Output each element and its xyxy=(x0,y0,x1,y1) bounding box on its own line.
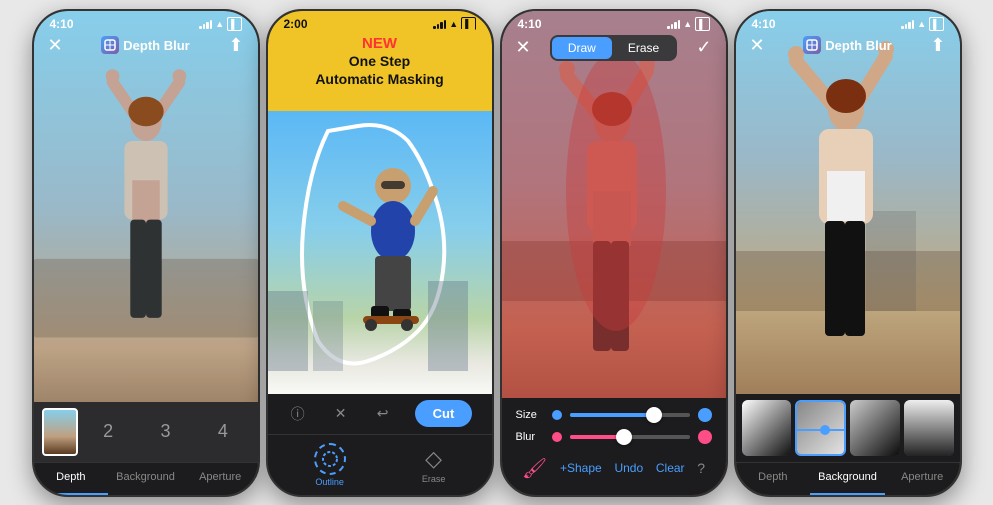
outline-icon xyxy=(314,443,346,475)
share-button-1[interactable]: ⬆ xyxy=(228,35,243,56)
wifi-icon-4: ▲ xyxy=(917,19,926,29)
thumbnails-row-1: 2 3 4 xyxy=(34,402,258,462)
undo-button-3[interactable]: Undo xyxy=(614,461,643,475)
help-button[interactable]: ? xyxy=(697,460,705,476)
size-thumb[interactable] xyxy=(646,407,662,423)
status-bar-3: 4:10 ▲ ▌ xyxy=(502,11,726,33)
bottom-panel-1: 2 3 4 Depth Background Aperture xyxy=(34,402,258,495)
wifi-icon-3: ▲ xyxy=(683,19,692,29)
erase-label: Erase xyxy=(422,474,446,484)
phone-4: 4:10 ▲ ▌ ✕ xyxy=(734,9,962,497)
tab-aperture-4[interactable]: Aperture xyxy=(885,463,960,495)
app-logo-4 xyxy=(803,36,821,54)
size-track[interactable] xyxy=(570,413,690,417)
skater-bg xyxy=(268,111,492,407)
signal-icon-3 xyxy=(667,19,680,29)
masking-text: One StepAutomatic Masking xyxy=(286,52,474,88)
blur-track[interactable] xyxy=(570,435,690,439)
blur-dot-large xyxy=(698,430,712,444)
phone3-bottom: Size Blur xyxy=(502,398,726,495)
size-label: Size xyxy=(516,409,544,421)
brush-icon[interactable]: 🖌 xyxy=(522,456,547,481)
tab-background-1[interactable]: Background xyxy=(108,463,183,495)
wifi-icon-2: ▲ xyxy=(449,19,458,29)
x-button-2[interactable]: ✕ xyxy=(331,401,351,426)
erase-tool[interactable]: ◇ Erase xyxy=(422,446,446,484)
phone-3: 4:10 ▲ ▌ ✕ Draw Erase xyxy=(500,9,728,497)
battery-icon-3: ▌ xyxy=(695,17,709,31)
status-icons-1: ▲ ▌ xyxy=(199,17,241,31)
depth-thumb-2[interactable] xyxy=(795,400,845,456)
draw-button[interactable]: Draw xyxy=(552,37,612,59)
tab-background-4[interactable]: Background xyxy=(810,463,885,495)
new-tag: NEW xyxy=(286,35,474,52)
app-title-1: Depth Blur xyxy=(101,36,189,54)
depth-thumb-1[interactable] xyxy=(742,400,792,456)
brush-controls: 🖌 +Shape Undo Clear ? xyxy=(516,452,712,485)
blur-thumb[interactable] xyxy=(616,429,632,445)
status-time-4: 4:10 xyxy=(752,17,776,31)
segmented-control: Draw Erase xyxy=(550,35,677,61)
status-time-1: 4:10 xyxy=(50,17,74,31)
depth-panel-4: Depth Background Aperture xyxy=(736,394,960,495)
cut-button[interactable]: Cut xyxy=(415,400,473,427)
app-header-4: ✕ Depth Blur ⬆ xyxy=(736,31,960,60)
phone-1: 4:10 ▲ ▌ ✕ xyxy=(32,9,260,497)
depth-thumb-3[interactable] xyxy=(850,400,900,456)
phone-2: 2:00 ▲ ▌ NEW One StepAutomatic Masking xyxy=(266,9,494,497)
thumbnail-0[interactable] xyxy=(42,408,78,456)
blur-dot xyxy=(552,432,562,442)
wifi-icon-1: ▲ xyxy=(215,19,224,29)
depth-thumbnails xyxy=(736,394,960,462)
tab-aperture-1[interactable]: Aperture xyxy=(183,463,258,495)
masking-badge: NEW One StepAutomatic Masking xyxy=(276,29,484,94)
outline-tool[interactable]: Outline xyxy=(314,443,346,487)
clear-button[interactable]: Clear xyxy=(656,461,685,475)
draw-erase-header: ✕ Draw Erase ✓ xyxy=(502,33,726,63)
size-fill xyxy=(570,413,654,417)
info-button-2[interactable]: ⓘ xyxy=(287,400,309,428)
share-button-4[interactable]: ⬆ xyxy=(930,35,945,56)
size-slider-row: Size xyxy=(516,408,712,422)
app-title-text-1: Depth Blur xyxy=(123,38,189,53)
signal-icon-2 xyxy=(433,19,446,29)
status-icons-4: ▲ ▌ xyxy=(901,17,943,31)
phone2-tools: Outline ◇ Erase xyxy=(268,434,492,495)
blur-label: Blur xyxy=(516,431,544,443)
signal-icon-4 xyxy=(901,19,914,29)
status-bar-1: 4:10 ▲ ▌ xyxy=(34,11,258,33)
confirm-button-3[interactable]: ✓ xyxy=(696,37,711,58)
size-dot-large xyxy=(698,408,712,422)
status-icons-3: ▲ ▌ xyxy=(667,17,709,31)
battery-icon-4: ▌ xyxy=(929,17,943,31)
status-time-3: 4:10 xyxy=(518,17,542,31)
close-button-3[interactable]: ✕ xyxy=(516,37,531,58)
app-title-text-4: Depth Blur xyxy=(825,38,891,53)
thumbnail-3[interactable]: 4 xyxy=(196,421,249,442)
blur-slider-row: Blur xyxy=(516,430,712,444)
app-header-1: ✕ Depth Blur ⬆ xyxy=(34,31,258,60)
status-bar-4: 4:10 ▲ ▌ xyxy=(736,11,960,33)
tabs-row-1: Depth Background Aperture xyxy=(34,462,258,495)
thumbnail-2[interactable]: 3 xyxy=(139,421,192,442)
thumbnail-1[interactable]: 2 xyxy=(82,421,135,442)
depth-thumb-4[interactable] xyxy=(904,400,954,456)
signal-icon-1 xyxy=(199,19,212,29)
erase-button[interactable]: Erase xyxy=(612,37,675,59)
size-dot xyxy=(552,410,562,420)
phone2-toolbar: ⓘ ✕ ↩ Cut xyxy=(268,394,492,434)
depth-tabs-4: Depth Background Aperture xyxy=(736,462,960,495)
skater-svg xyxy=(268,111,492,411)
close-button-4[interactable]: ✕ xyxy=(750,35,765,56)
close-button-1[interactable]: ✕ xyxy=(48,35,63,56)
outline-label: Outline xyxy=(315,477,344,487)
app-title-4: Depth Blur xyxy=(803,36,891,54)
battery-icon-1: ▌ xyxy=(227,17,241,31)
tab-depth-4[interactable]: Depth xyxy=(736,463,811,495)
phone2-bottom: ⓘ ✕ ↩ Cut Outline ◇ Erase xyxy=(268,394,492,495)
app-logo-1 xyxy=(101,36,119,54)
tab-depth-1[interactable]: Depth xyxy=(34,463,109,495)
shape-button[interactable]: +Shape xyxy=(560,461,602,475)
undo-button-2[interactable]: ↩ xyxy=(373,401,393,426)
